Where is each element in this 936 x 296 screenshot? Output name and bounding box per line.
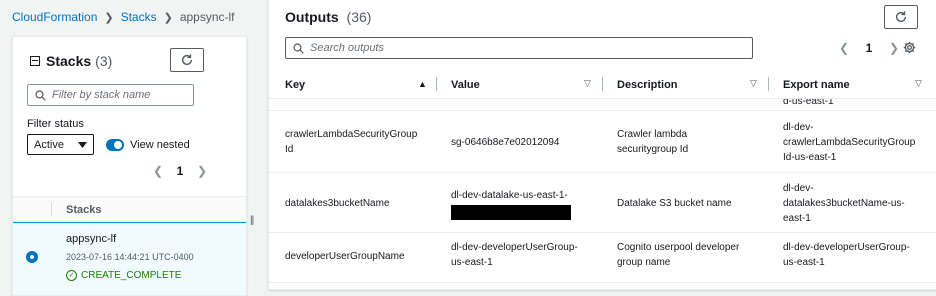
column-divider[interactable]: [768, 77, 769, 91]
breadcrumb-stacks-link[interactable]: Stacks: [121, 10, 157, 24]
stacks-column-header[interactable]: Stacks: [66, 204, 101, 216]
description-cell: Cognito userpool developer group name: [617, 242, 740, 268]
description-cell: Datalake S3 bucket name: [617, 198, 732, 209]
key-cell: crawlerLambdaSecurityGroup Id: [285, 129, 418, 155]
outputs-count: (36): [346, 9, 372, 25]
sort-icon[interactable]: ▽: [750, 78, 757, 89]
sort-ascending-icon[interactable]: ▲: [418, 79, 427, 89]
table-row: datalakes3bucketName dl-dev-datalake-us-…: [269, 173, 936, 233]
breadcrumb-cloudformation-link[interactable]: CloudFormation: [12, 10, 97, 24]
stacks-title-text: Stacks: [46, 53, 92, 69]
key-cell: developerUserGroupName: [285, 251, 405, 262]
outputs-title: Outputs (36): [285, 9, 371, 25]
stack-select-radio[interactable]: [26, 251, 38, 263]
value-cell: sg-0646b8e7e02012094: [451, 137, 560, 148]
description-column-header[interactable]: Description: [617, 79, 678, 91]
export-name-column-header[interactable]: Export name: [783, 79, 850, 91]
view-nested-label: View nested: [130, 139, 190, 151]
outputs-search-input[interactable]: [310, 42, 730, 54]
search-icon: [293, 42, 304, 54]
breadcrumb: CloudFormation ❯ Stacks ❯ appsync-lf: [12, 9, 235, 25]
outputs-search-field[interactable]: [285, 37, 753, 59]
outputs-panel: Outputs (36) ❮ 1 ❯ Key ▲ Value ▽ Descrip…: [268, 0, 936, 290]
export-name-cell: dl-dev- datalakes3bucketName-us- east-1: [783, 183, 905, 224]
page-number[interactable]: 1: [851, 41, 887, 55]
outputs-pagination: ❮ 1 ❯: [837, 41, 901, 55]
check-circle-icon: ✓: [66, 270, 77, 281]
breadcrumb-current: appsync-lf: [179, 10, 235, 24]
page-number[interactable]: 1: [165, 164, 195, 178]
stacks-panel-title: Stacks (3): [30, 53, 112, 69]
table-row: crawlerLambdaSecurityGroup Id sg-0646b8e…: [269, 111, 936, 173]
chevron-right-icon: ❯: [163, 11, 173, 24]
stack-search-input[interactable]: [52, 89, 187, 101]
collapse-icon[interactable]: [30, 56, 40, 66]
table-row: d-us-east-1: [269, 99, 936, 111]
stacks-panel: Stacks (3) Filter status Active View nes…: [12, 36, 247, 296]
stack-name[interactable]: appsync-lf: [66, 233, 116, 245]
outputs-title-text: Outputs: [285, 9, 339, 25]
key-column-header[interactable]: Key: [285, 79, 305, 91]
panel-resize-handle[interactable]: ||: [250, 215, 254, 226]
stack-search-field[interactable]: [27, 84, 194, 106]
chevron-right-icon[interactable]: ❯: [887, 41, 901, 55]
stacks-pagination: ❮ 1 ❯: [151, 164, 209, 178]
chevron-left-icon[interactable]: ❮: [151, 164, 165, 178]
filter-status-label: Filter status: [27, 118, 84, 130]
export-name-cell: dl-dev- crawlerLambdaSecurityGroup Id-us…: [783, 122, 916, 163]
filter-status-value: Active: [34, 138, 64, 151]
stacks-refresh-button[interactable]: [170, 48, 204, 72]
refresh-icon: [895, 11, 907, 23]
value-column-header[interactable]: Value: [451, 79, 480, 91]
refresh-icon: [181, 54, 193, 66]
redacted-block: [451, 205, 571, 220]
description-cell: Crawler lambda securitygroup Id: [617, 129, 689, 155]
caret-down-icon: [78, 141, 87, 148]
column-divider[interactable]: [436, 77, 437, 91]
search-icon: [35, 89, 46, 101]
outputs-table-header: Key ▲ Value ▽ Description ▽ Export name …: [269, 71, 936, 99]
sort-icon[interactable]: ▽: [584, 78, 591, 89]
view-nested-toggle[interactable]: [106, 139, 124, 151]
sort-icon[interactable]: ▽: [915, 78, 922, 89]
filter-status-select[interactable]: Active: [27, 134, 94, 155]
value-cell: dl-dev-datalake-us-east-1-: [451, 188, 571, 220]
outputs-refresh-button[interactable]: [884, 5, 918, 29]
column-divider: [51, 203, 52, 216]
stack-timestamp: 2023-07-16 14:44:21 UTC-0400: [66, 252, 194, 262]
chevron-right-icon[interactable]: ❯: [195, 164, 209, 178]
table-row: developerUserGroupName dl-dev-developerU…: [269, 233, 936, 283]
export-name-cell: dl-dev-developerUserGroup- us-east-1: [783, 242, 910, 268]
column-divider[interactable]: [602, 77, 603, 91]
chevron-left-icon[interactable]: ❮: [837, 41, 851, 55]
chevron-right-icon: ❯: [104, 11, 114, 24]
stack-status-text: CREATE_COMPLETE: [81, 270, 182, 281]
value-cell: dl-dev-developerUserGroup- us-east-1: [451, 242, 578, 268]
view-nested-toggle-group: View nested: [106, 139, 190, 151]
stack-row[interactable]: appsync-lf 2023-07-16 14:44:21 UTC-0400 …: [13, 222, 246, 295]
key-cell: datalakes3bucketName: [285, 198, 390, 209]
status-badge: ✓ CREATE_COMPLETE: [66, 270, 181, 281]
stacks-table-header: Stacks: [13, 196, 246, 222]
gear-icon[interactable]: [903, 41, 916, 54]
export-name-cell: d-us-east-1: [783, 99, 834, 107]
stacks-count: (3): [95, 53, 113, 69]
